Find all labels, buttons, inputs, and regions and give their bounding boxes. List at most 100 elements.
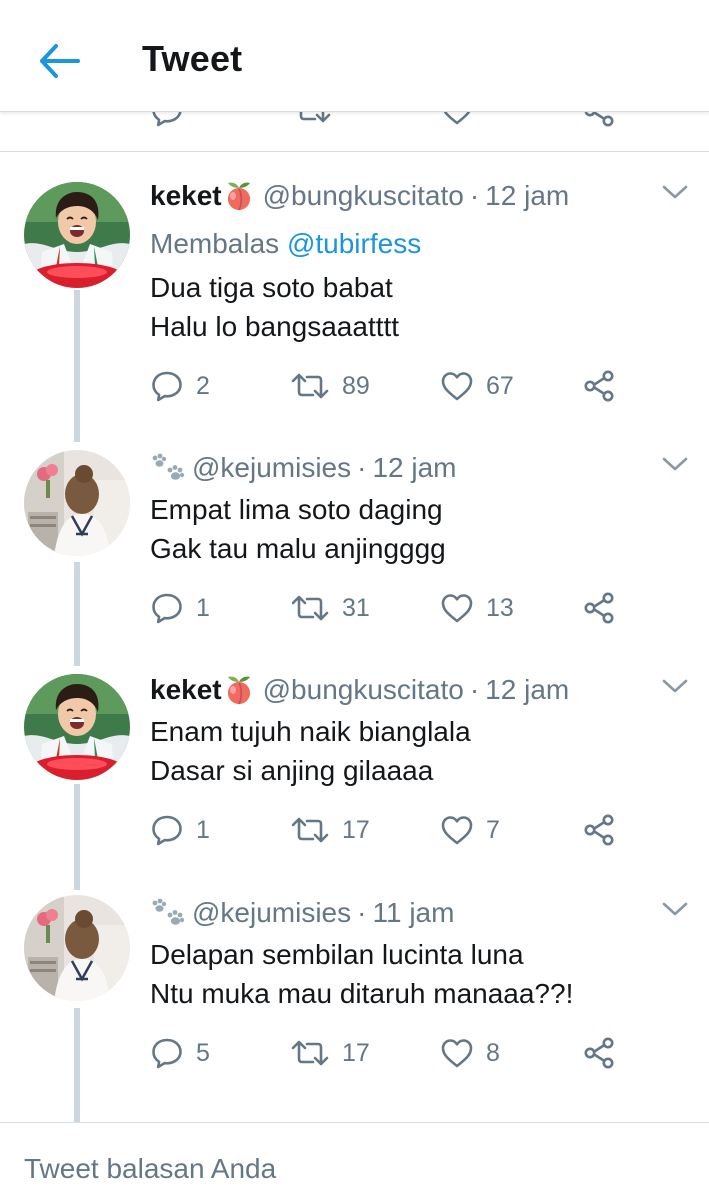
avatar[interactable] [24, 450, 130, 556]
peach-emoji-icon [223, 674, 255, 706]
retweet-button[interactable]: 89 [290, 366, 370, 406]
tweet-text-line: Gak tau malu anjingggg [150, 533, 446, 564]
username[interactable]: @kejumisies [192, 452, 351, 484]
username[interactable]: @bungkuscitato [263, 674, 464, 706]
tweet-actions: 1 17 7 [150, 810, 630, 850]
share-button[interactable] [582, 1033, 616, 1073]
tweet-header: keket @bungkuscitato · 12 jam [150, 672, 569, 708]
avatar[interactable] [24, 182, 130, 288]
retweet-button[interactable]: 17 [290, 810, 370, 850]
retweet-icon [290, 592, 330, 624]
chevron-down-icon[interactable] [660, 182, 690, 202]
share-icon [582, 591, 616, 625]
tweet-text: Empat lima soto daging Gak tau malu anji… [150, 490, 446, 568]
tweet[interactable]: keket @bungkuscitato · 12 jam Membalas @… [0, 178, 709, 400]
display-name[interactable]: keket [150, 674, 222, 706]
retweet-icon [290, 1037, 330, 1069]
previous-tweet-actions [0, 112, 709, 152]
separator-dot: · [357, 452, 367, 483]
separator-dot: · [357, 897, 367, 928]
avatar[interactable] [24, 674, 130, 780]
reply-bubble-icon [150, 591, 184, 625]
share-button[interactable] [582, 588, 616, 628]
heart-icon [440, 592, 474, 624]
retweet-icon [290, 814, 330, 846]
timestamp[interactable]: 12 jam [372, 452, 456, 484]
display-name[interactable]: keket [150, 180, 222, 212]
mention-link[interactable]: @tubirfess [287, 228, 421, 259]
timestamp[interactable]: 12 jam [485, 674, 569, 706]
separator-dot: · [469, 674, 480, 705]
share-button[interactable] [582, 366, 616, 406]
like-button[interactable]: 13 [440, 588, 514, 628]
reply-input[interactable]: Tweet balasan Anda [24, 1153, 276, 1185]
like-button[interactable]: 7 [440, 810, 500, 850]
reply-button[interactable]: 1 [150, 810, 210, 850]
heart-icon [440, 370, 474, 402]
timestamp[interactable]: 11 jam [372, 897, 454, 929]
tweet-actions: 5 17 8 [150, 1033, 630, 1073]
share-icon [582, 369, 616, 403]
separator-dot: · [469, 180, 480, 211]
reply-bubble-icon [150, 369, 184, 403]
share-button[interactable] [582, 810, 616, 850]
reply-button[interactable]: 5 [150, 1033, 210, 1073]
retweet-button[interactable]: 17 [290, 1033, 370, 1073]
reply-button[interactable]: 2 [150, 366, 210, 406]
tweet-text-line: Enam tujuh naik bianglala [150, 716, 471, 747]
reply-count: 1 [196, 593, 210, 622]
page-title: Tweet [142, 38, 243, 79]
back-arrow-icon[interactable] [36, 38, 82, 84]
share-icon [582, 813, 616, 847]
share-icon [582, 1036, 616, 1070]
like-button[interactable]: 8 [440, 1033, 500, 1073]
reply-count: 1 [196, 815, 210, 844]
tweet-actions: 2 89 67 [150, 366, 630, 406]
tweet-text: Enam tujuh naik bianglala Dasar si anjin… [150, 712, 471, 790]
like-button[interactable]: 67 [440, 366, 514, 406]
retweet-count: 17 [342, 815, 370, 844]
retweet-icon[interactable] [292, 112, 332, 126]
retweet-button[interactable]: 31 [290, 588, 370, 628]
tweet-text-line: Empat lima soto daging [150, 494, 443, 525]
reply-bubble-icon[interactable] [150, 112, 184, 128]
tweet-header: keket @bungkuscitato · 12 jam [150, 178, 569, 214]
tweet-text-line: Dasar si anjing gilaaaa [150, 755, 434, 786]
share-icon[interactable] [582, 112, 616, 128]
heart-icon [440, 814, 474, 846]
reply-bubble-icon [150, 1036, 184, 1070]
tweet[interactable]: @kejumisies · 11 jam Delapan sembilan lu… [0, 895, 709, 1117]
paw-prints-emoji-icon [150, 453, 186, 483]
retweet-count: 89 [342, 371, 370, 400]
heart-icon [440, 1037, 474, 1069]
chevron-down-icon[interactable] [660, 676, 690, 696]
timestamp[interactable]: 12 jam [485, 180, 569, 212]
tweet-actions: 1 31 13 [150, 588, 630, 628]
chevron-down-icon[interactable] [660, 899, 690, 919]
retweet-icon [290, 370, 330, 402]
heart-icon[interactable] [440, 112, 474, 126]
chevron-down-icon[interactable] [660, 454, 690, 474]
reply-count: 5 [196, 1038, 210, 1067]
tweet-text-line: Delapan sembilan lucinta luna [150, 939, 524, 970]
replying-to-label: Membalas [150, 228, 280, 259]
like-count: 8 [486, 1038, 500, 1067]
paw-prints-emoji-icon [150, 898, 186, 928]
retweet-count: 31 [342, 593, 370, 622]
app-bar: Tweet [0, 0, 709, 112]
like-count: 13 [486, 593, 514, 622]
tweet[interactable]: keket @bungkuscitato · 12 jam Enam tujuh… [0, 672, 709, 894]
reply-bubble-icon [150, 813, 184, 847]
tweet-text: Delapan sembilan lucinta luna Ntu muka m… [150, 935, 573, 1013]
tweet-text: Dua tiga soto babat Halu lo bangsaaatttt [150, 268, 399, 346]
replying-to: Membalas @tubirfess [150, 228, 421, 260]
avatar[interactable] [24, 895, 130, 1001]
like-count: 67 [486, 371, 514, 400]
username[interactable]: @kejumisies [192, 897, 351, 929]
reply-button[interactable]: 1 [150, 588, 210, 628]
tweet-text-line: Ntu muka mau ditaruh manaaa??! [150, 978, 574, 1009]
reply-composer: Tweet balasan Anda [0, 1122, 709, 1200]
tweet[interactable]: @kejumisies · 12 jam Empat lima soto dag… [0, 450, 709, 672]
username[interactable]: @bungkuscitato [263, 180, 464, 212]
tweet-text-line: Dua tiga soto babat [150, 272, 393, 303]
